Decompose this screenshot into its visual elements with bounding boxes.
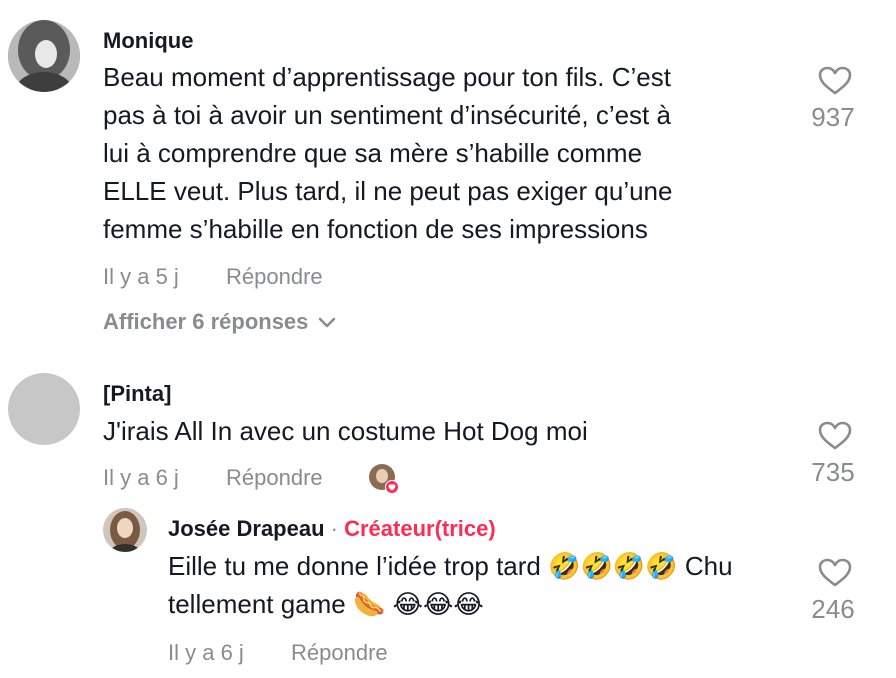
comment-text: Eille tu me donne l’idée trop tard 🤣🤣🤣🤣 …	[168, 551, 733, 619]
like-count: 246	[811, 594, 855, 624]
like-button[interactable]: 735	[805, 421, 865, 488]
creator-liked-heart-icon	[386, 481, 398, 493]
like-button[interactable]: 937	[805, 66, 865, 133]
heart-outline-icon	[805, 66, 865, 96]
heart-outline-icon	[805, 558, 865, 588]
reply-button[interactable]: Répondre	[226, 264, 323, 290]
like-button[interactable]: 246	[805, 558, 865, 625]
chevron-down-icon	[318, 309, 336, 335]
timestamp: Il y a 5 j	[103, 264, 179, 289]
show-replies-button[interactable]: Afficher 6 réponses	[103, 309, 336, 335]
username[interactable]: [Pinta]	[103, 381, 171, 407]
timestamp: Il y a 6 j	[103, 465, 179, 490]
like-count: 735	[811, 457, 855, 487]
username[interactable]: Monique	[103, 28, 193, 54]
avatar[interactable]	[8, 20, 80, 92]
separator: ·	[330, 516, 338, 541]
creator-badge: Créateur(trice)	[344, 516, 496, 541]
comment-text: J'irais All In avec un costume Hot Dog m…	[103, 416, 588, 446]
creator-liked-avatar	[368, 463, 400, 495]
username[interactable]: Josée Drapeau	[168, 516, 325, 541]
reply-button[interactable]: Répondre	[291, 640, 388, 666]
reply-header: Josée Drapeau · Créateur(trice)	[168, 516, 496, 542]
comment-text: Beau moment d’apprentissage pour ton fil…	[103, 62, 673, 244]
avatar[interactable]	[8, 373, 80, 445]
like-count: 937	[811, 102, 855, 132]
heart-outline-icon	[805, 421, 865, 451]
reply-button[interactable]: Répondre	[226, 465, 323, 491]
timestamp: Il y a 6 j	[168, 640, 244, 665]
avatar[interactable]	[103, 508, 147, 552]
